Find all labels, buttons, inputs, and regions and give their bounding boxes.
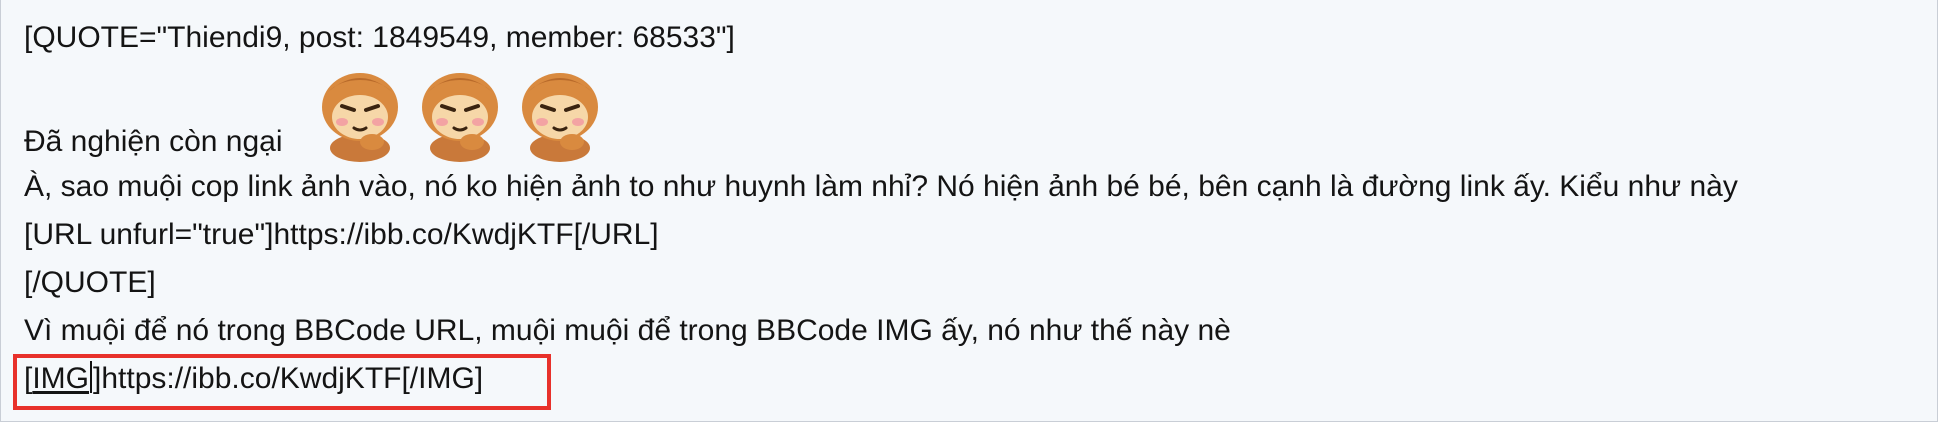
answer-line: Vì muội để nó trong BBCode URL, muội muộ…: [24, 314, 1231, 347]
quote-open-line: [QUOTE="Thiendi9, post: 1849549, member:…: [24, 21, 735, 54]
shy-text-line: Đã nghiện còn ngại: [24, 125, 283, 158]
monkey-thinking-icon: [322, 73, 398, 162]
monkey-thinking-icon: [522, 73, 598, 162]
highlight-box: [13, 354, 551, 410]
url-bbcode-line: [URL unfurl="true"]https://ibb.co/KwdjKT…: [24, 218, 659, 251]
monkey-thinking-icon: [422, 73, 498, 162]
emoji-group: [310, 62, 612, 162]
quote-close-line: [/QUOTE]: [24, 266, 156, 299]
message-editor[interactable]: [QUOTE="Thiendi9, post: 1849549, member:…: [0, 0, 1938, 422]
question-line: À, sao muội cop link ảnh vào, nó ko hiện…: [24, 170, 1738, 203]
